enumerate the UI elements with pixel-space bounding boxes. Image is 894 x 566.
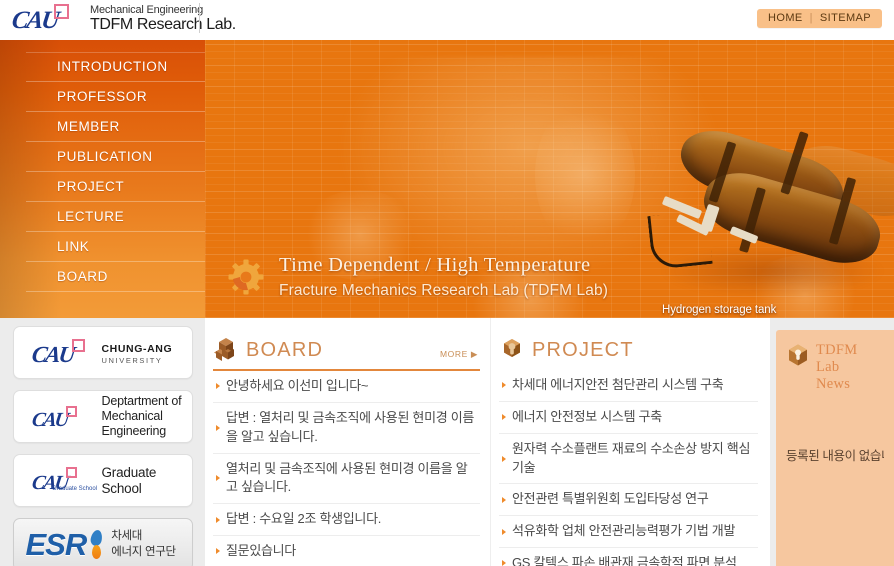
cau-logo-square xyxy=(65,466,77,478)
banner-flare xyxy=(535,100,635,250)
banner-title-line2: Fracture Mechanics Research Lab (TDFM La… xyxy=(279,282,608,299)
banner-label: 차세대 에너지 연구단 xyxy=(111,529,176,560)
project-section: PROJECT 차세대 에너지안전 첨단관리 시스템 구축 에너지 안전정보 시… xyxy=(490,318,770,566)
list-item[interactable]: 에너지 안전정보 시스템 구축 xyxy=(499,402,758,434)
list-item[interactable]: GS 칼텍스 파손 배관재 금속학적 파면 분석 xyxy=(499,548,758,566)
banner-graduate-school[interactable]: CAU Graduate School Graduate School xyxy=(12,454,193,507)
cau-logo-square xyxy=(54,4,69,19)
banner-label-line1: 차세대 xyxy=(111,529,143,542)
cau-logo-square xyxy=(65,405,77,417)
cau-logo-subtext: Graduate School xyxy=(51,485,98,492)
news-title: TDFM Lab News xyxy=(816,342,884,393)
news-empty-message: 등록된 내용이 없습니 xyxy=(786,449,884,464)
cau-logo-square xyxy=(71,338,85,352)
esr-droplet-icon xyxy=(89,528,104,560)
banner-label: Graduate School xyxy=(101,464,157,496)
board-section: BOARD MORE ▶ 안녕하세요 이선미 입니다~ 답변 : 열처리 및 금… xyxy=(205,318,490,566)
site-header: CAU Mechanical Engineering TDFM Research… xyxy=(0,0,894,40)
left-banner-column: CAU CHUNG-ANG UNIVERSITY CAU Deptartment… xyxy=(0,318,205,566)
news-header: TDFM Lab News xyxy=(786,342,884,393)
banner-dept-mechanical-engineering[interactable]: CAU Deptartment of Mechanical Engineerin… xyxy=(12,390,193,443)
board-cubes-icon xyxy=(213,337,239,363)
sidebar-item-publication[interactable]: PUBLICATION xyxy=(0,142,205,172)
page-root: CAU Mechanical Engineering TDFM Research… xyxy=(0,0,894,566)
main-sidebar: INTRODUCTION PROFESSOR MEMBER PUBLICATIO… xyxy=(0,40,205,318)
list-item[interactable]: 질문있습니다 xyxy=(213,536,480,566)
banner-label: CHUNG-ANG UNIVERSITY xyxy=(102,340,173,366)
project-cube-icon xyxy=(499,337,525,363)
esr-droplet-flame xyxy=(92,544,102,559)
project-list: 차세대 에너지안전 첨단관리 시스템 구축 에너지 안전정보 시스템 구축 원자… xyxy=(499,370,758,566)
top-navigation: HOME | SITEMAP xyxy=(757,9,882,28)
sidebar-menu: INTRODUCTION PROFESSOR MEMBER PUBLICATIO… xyxy=(0,40,205,292)
hero-banner: Hydrogen storage tank Time Dependent / H… xyxy=(205,40,894,318)
hydrogen-tank-image: Hydrogen storage tank xyxy=(640,120,894,318)
list-item[interactable]: 답변 : 수요일 2조 학생입니다. xyxy=(213,504,480,537)
topnav-separator: | xyxy=(809,12,813,24)
cau-logo-icon: CAU xyxy=(10,4,84,34)
news-title-line1: TDFM Lab xyxy=(816,342,858,376)
cau-logo-icon: CAU xyxy=(28,402,102,432)
list-item[interactable]: 석유화학 업체 안전관리능력평가 기법 개발 xyxy=(499,516,758,549)
news-hexagon-icon xyxy=(786,343,810,367)
banner-chung-ang-university[interactable]: CAU CHUNG-ANG UNIVERSITY xyxy=(12,326,193,379)
news-title-line2: News xyxy=(816,376,851,393)
esr-droplet-blue xyxy=(89,528,104,547)
gear-icon xyxy=(225,257,267,299)
logo-line-1: Mechanical Engineering xyxy=(90,3,204,16)
sitemap-link[interactable]: SITEMAP xyxy=(820,12,871,24)
cau-logo-script: CAU xyxy=(10,7,60,34)
home-link[interactable]: HOME xyxy=(768,12,803,24)
cau-logo-icon: CAU xyxy=(28,338,102,368)
list-item[interactable]: 안녕하세요 이선미 입니다~ xyxy=(213,371,480,403)
cau-logo-icon: CAU Graduate School xyxy=(28,466,102,496)
site-logo[interactable]: CAU Mechanical Engineering TDFM Research… xyxy=(10,2,236,36)
banner-label: Deptartment of Mechanical Engineering xyxy=(101,394,182,438)
tank-hose xyxy=(647,210,713,270)
sidebar-item-project[interactable]: PROJECT xyxy=(0,172,205,202)
header-divider xyxy=(199,3,200,33)
sidebar-item-link[interactable]: LINK xyxy=(0,232,205,262)
list-item[interactable]: 답변 : 열처리 및 금속조직에 사용된 현미경 이름을 알고 싶습니다. xyxy=(213,403,480,454)
banner-label-line1: CHUNG-ANG xyxy=(101,342,173,355)
sidebar-item-introduction[interactable]: INTRODUCTION xyxy=(0,52,205,82)
tank-caption: Hydrogen storage tank xyxy=(662,304,777,316)
board-header: BOARD MORE ▶ xyxy=(213,336,480,366)
sidebar-item-board[interactable]: BOARD xyxy=(0,262,205,292)
cau-logo-script: CAU xyxy=(29,341,75,367)
project-title: PROJECT xyxy=(532,338,634,361)
logo-line-2: TDFM Research Lab. xyxy=(90,15,236,33)
cau-logo-script: CAU xyxy=(30,408,69,431)
sidebar-item-member[interactable]: MEMBER xyxy=(0,112,205,142)
board-more-link[interactable]: MORE ▶ xyxy=(440,349,478,360)
banner-label-line2: 에너지 연구단 xyxy=(111,545,176,558)
news-section: TDFM Lab News 등록된 내용이 없습니 xyxy=(770,318,894,566)
list-item[interactable]: 원자력 수소플랜트 재료의 수소손상 방지 핵심 기술 xyxy=(499,434,758,485)
project-header: PROJECT xyxy=(499,336,758,366)
board-list: 안녕하세요 이선미 입니다~ 답변 : 열처리 및 금속조직에 사용된 현미경 … xyxy=(213,371,480,566)
site-logo-text: Mechanical Engineering TDFM Research Lab… xyxy=(88,3,236,34)
banner-title-text: Time Dependent / High Temperature Fractu… xyxy=(279,253,608,300)
news-panel: TDFM Lab News 등록된 내용이 없습니 xyxy=(776,330,894,566)
sidebar-item-professor[interactable]: PROFESSOR xyxy=(0,82,205,112)
banner-title-block: Time Dependent / High Temperature Fractu… xyxy=(225,253,608,300)
sidebar-item-lecture[interactable]: LECTURE xyxy=(0,202,205,232)
esr-logo: ESR xyxy=(25,526,88,562)
banner-esr-research-center[interactable]: ESR 차세대 에너지 연구단 xyxy=(12,518,193,566)
list-item[interactable]: 차세대 에너지안전 첨단관리 시스템 구축 xyxy=(499,370,758,402)
board-title: BOARD xyxy=(246,338,324,361)
banner-title-line1: Time Dependent / High Temperature xyxy=(279,254,591,277)
list-item[interactable]: 안전관련 특별위원회 도입타당성 연구 xyxy=(499,484,758,517)
list-item[interactable]: 열처리 및 금속조직에 사용된 현미경 이름을 알고 싶습니다. xyxy=(213,454,480,505)
banner-label-line2: UNIVERSITY xyxy=(101,355,163,365)
